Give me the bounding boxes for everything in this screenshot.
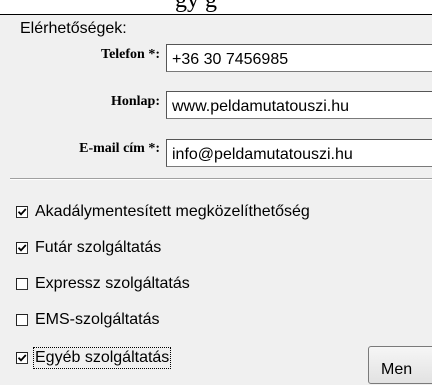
checkbox-courier[interactable]: Futár szolgáltatás [16, 236, 161, 260]
checkmark-icon [17, 244, 27, 252]
phone-field[interactable] [166, 44, 432, 72]
checkbox-box[interactable] [16, 242, 28, 254]
checkbox-box[interactable] [16, 352, 28, 364]
section-title: Elérhetőségek: [20, 20, 127, 37]
top-cutoff-heading: gy g [0, 0, 432, 15]
email-label: E-mail cím *: [79, 141, 160, 156]
checkbox-other[interactable]: Egyéb szolgáltatás [16, 346, 172, 370]
checkbox-label: Akadálymentesített megközelíthetőség [35, 203, 310, 220]
menu-button[interactable]: Men [368, 346, 432, 384]
checkbox-box[interactable] [16, 278, 28, 290]
checkbox-label: Futár szolgáltatás [35, 239, 162, 256]
checkbox-accessible[interactable]: Akadálymentesített megközelíthetőség [16, 200, 310, 224]
top-rule [0, 14, 432, 15]
checkbox-ems[interactable]: EMS-szolgáltatás [16, 308, 160, 332]
website-label: Honlap: [110, 94, 160, 109]
checkbox-label: Egyéb szolgáltatás [32, 347, 172, 369]
checkbox-label: Expressz szolgáltatás [35, 275, 190, 292]
top-cutoff-text: gy g [175, 0, 217, 13]
email-field[interactable] [166, 139, 432, 167]
divider [10, 178, 432, 180]
checkbox-express[interactable]: Expressz szolgáltatás [16, 272, 190, 296]
website-field[interactable] [166, 91, 432, 119]
phone-label: Telefon *: [101, 47, 160, 62]
checkmark-icon [17, 208, 27, 216]
checkmark-icon [17, 354, 27, 362]
checkbox-box[interactable] [16, 206, 28, 218]
checkbox-box[interactable] [16, 314, 28, 326]
checkbox-label: EMS-szolgáltatás [35, 311, 160, 328]
